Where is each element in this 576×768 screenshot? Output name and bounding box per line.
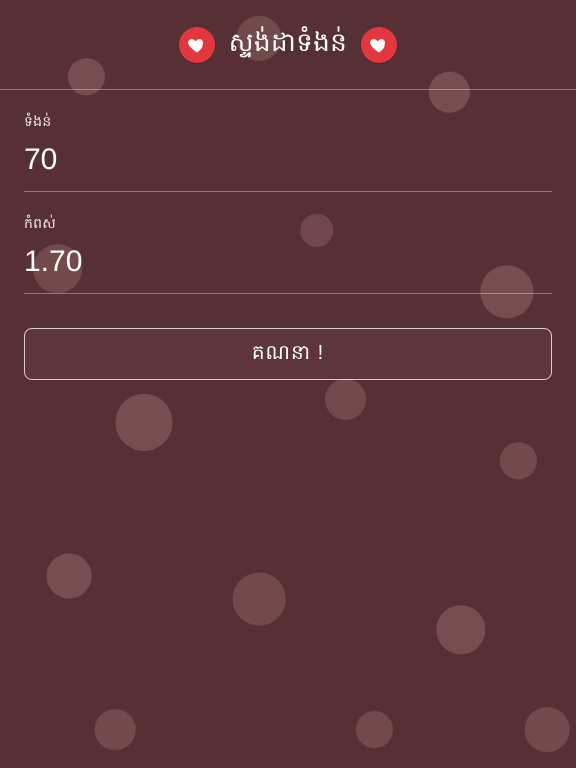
button-row: គណនា ! — [0, 294, 576, 380]
weight-input[interactable] — [24, 143, 552, 191]
height-input[interactable] — [24, 245, 552, 293]
header: ស្ទង់ដាទំងន់ — [0, 0, 576, 90]
page-title: ស្ទង់ដាទំងន់ — [229, 26, 348, 64]
calculate-button[interactable]: គណនា ! — [24, 328, 552, 380]
form: ទំងន់ កំពស់ — [0, 90, 576, 294]
app-screen: ស្ទង់ដាទំងន់ ទំងន់ កំពស់ គណនា ! — [0, 0, 576, 768]
weight-field: ទំងន់ — [24, 90, 552, 192]
heart-icon — [361, 27, 397, 63]
heart-icon — [179, 27, 215, 63]
height-label: កំពស់ — [24, 214, 552, 235]
weight-label: ទំងន់ — [24, 112, 552, 133]
height-field: កំពស់ — [24, 192, 552, 294]
